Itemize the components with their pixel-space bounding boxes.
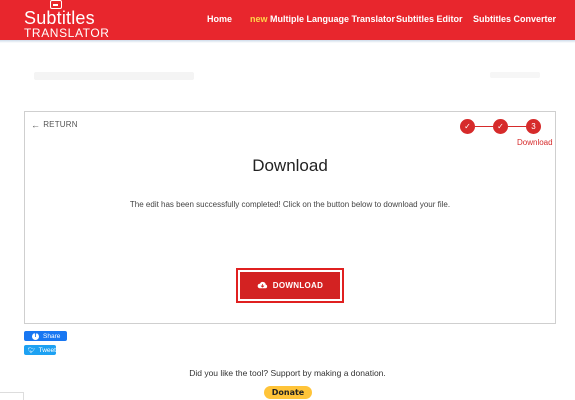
logo-title: Subtitles bbox=[24, 8, 95, 28]
step-1: ✓ bbox=[460, 119, 475, 134]
download-button-label: DOWNLOAD bbox=[272, 281, 324, 290]
download-card: ← RETURN ✓ ✓ 3 Download Download The edi… bbox=[24, 111, 556, 324]
facebook-share-button[interactable]: f Share bbox=[24, 331, 67, 341]
twitter-tweet-button[interactable]: 🐦︎ Tweet bbox=[24, 345, 56, 355]
success-message: The edit has been successfully completed… bbox=[129, 200, 451, 209]
new-badge: new bbox=[250, 14, 268, 24]
site-header: Subtitles TRANSLATOR Home new Multiple L… bbox=[0, 0, 575, 40]
step-3: 3 bbox=[526, 119, 541, 134]
nav-home[interactable]: Home bbox=[207, 13, 232, 25]
nav-multiple-language-translator-label: Multiple Language Translator bbox=[270, 14, 396, 24]
nav-subtitles-editor[interactable]: Subtitles Editor bbox=[396, 13, 463, 25]
nav-subtitles-converter[interactable]: Subtitles Converter bbox=[473, 13, 556, 25]
arrow-left-icon: ← bbox=[31, 119, 41, 130]
faded-subheading bbox=[34, 72, 194, 80]
corner-widget bbox=[0, 392, 24, 400]
return-label: RETURN bbox=[43, 120, 78, 129]
logo-subtitle: TRANSLATOR bbox=[24, 26, 110, 40]
donate-button[interactable]: Donate bbox=[264, 386, 312, 399]
step-connector bbox=[475, 126, 493, 127]
nav-multiple-language-translator[interactable]: new Multiple Language Translator bbox=[250, 13, 395, 25]
current-step-label: Download bbox=[517, 138, 553, 147]
facebook-share-label: Share bbox=[43, 332, 61, 340]
page-title: Download bbox=[252, 156, 328, 175]
step-connector bbox=[508, 126, 526, 127]
twitter-tweet-label: Tweet bbox=[38, 346, 56, 354]
twitter-icon: 🐦︎ bbox=[28, 347, 36, 354]
header-shadow bbox=[0, 40, 575, 43]
facebook-icon: f bbox=[32, 332, 39, 340]
site-logo[interactable]: Subtitles TRANSLATOR bbox=[24, 0, 144, 40]
progress-steps: ✓ ✓ 3 Download bbox=[460, 119, 553, 149]
return-link[interactable]: ← RETURN bbox=[31, 120, 78, 129]
faded-subheading-right bbox=[490, 72, 540, 78]
download-button[interactable]: DOWNLOAD bbox=[240, 272, 340, 299]
download-button-highlight: DOWNLOAD bbox=[236, 268, 344, 303]
step-2: ✓ bbox=[493, 119, 508, 134]
donation-message: Did you like the tool? Support by making… bbox=[189, 368, 386, 378]
cloud-download-icon bbox=[257, 281, 267, 289]
